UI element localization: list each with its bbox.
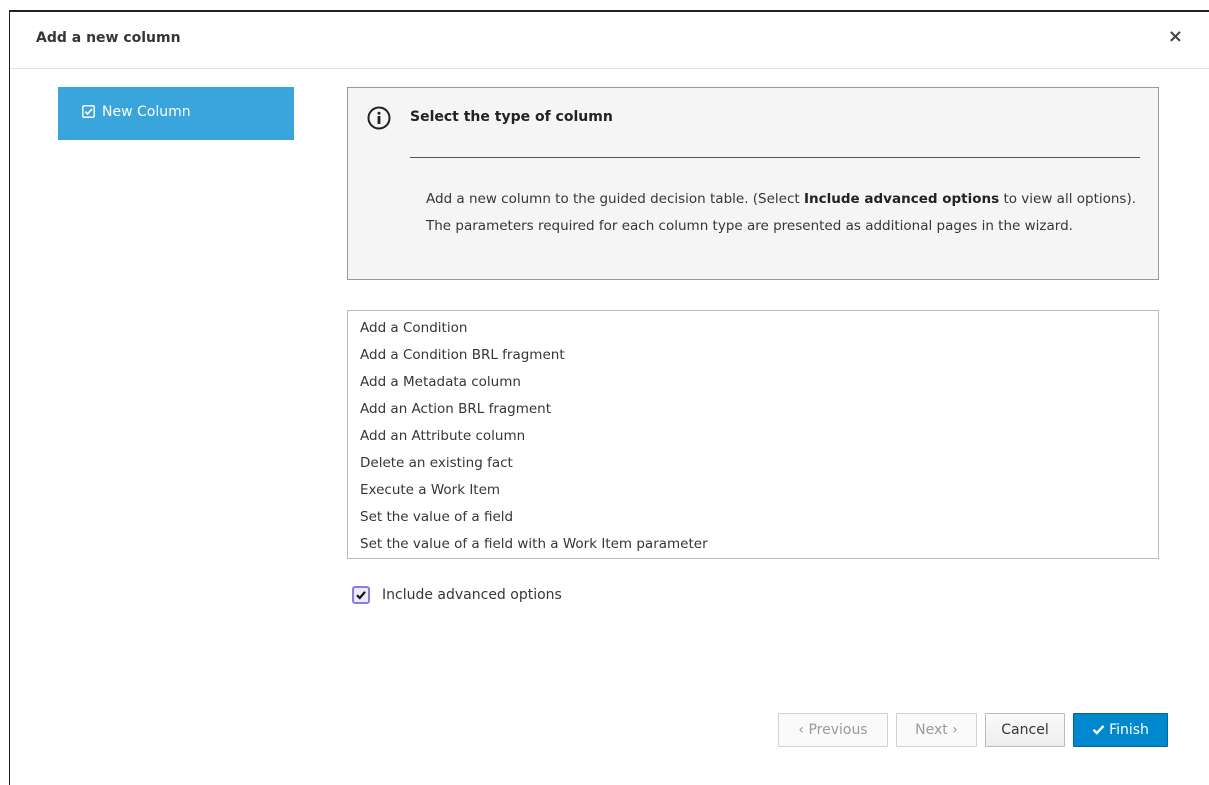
list-item[interactable]: Add a Condition (360, 315, 1158, 342)
cancel-button[interactable]: Cancel (985, 713, 1065, 747)
info-title: Select the type of column (410, 109, 613, 125)
advanced-options-checkbox[interactable] (352, 586, 370, 604)
info-panel: Select the type of column Add a new colu… (347, 87, 1159, 280)
advanced-options-label[interactable]: Include advanced options (382, 587, 562, 603)
finish-button-label: Finish (1109, 722, 1149, 738)
list-item[interactable]: Add an Attribute column (360, 423, 1158, 450)
list-item[interactable]: Execute a Work Item (360, 477, 1158, 504)
divider (410, 157, 1140, 158)
close-icon[interactable]: × (1168, 27, 1183, 47)
finish-button[interactable]: Finish (1073, 713, 1168, 747)
add-column-dialog: Add a new column × New Column Select the… (10, 12, 1209, 785)
checkbox-checked-icon (82, 105, 95, 118)
check-icon (1092, 725, 1105, 735)
info-text-bold: Include advanced options (804, 191, 1000, 207)
dialog-header: Add a new column × (10, 12, 1209, 69)
info-circle-icon (367, 106, 391, 130)
info-text-before: Add a new column to the guided decision … (426, 191, 804, 207)
list-item[interactable]: Add a Condition BRL fragment (360, 342, 1158, 369)
list-item[interactable]: Add a Metadata column (360, 369, 1158, 396)
info-description: Add a new column to the guided decision … (426, 186, 1146, 240)
previous-button[interactable]: ‹ Previous (778, 713, 888, 747)
sidebar-item-label: New Column (102, 104, 191, 120)
column-type-list[interactable]: Add a Condition Add a Condition BRL frag… (347, 310, 1159, 559)
list-item[interactable]: Add an Action BRL fragment (360, 396, 1158, 423)
list-item[interactable]: Set the value of a field with a Work Ite… (360, 531, 1158, 558)
list-item[interactable]: Set the value of a field (360, 504, 1158, 531)
dialog-title: Add a new column (36, 30, 181, 46)
sidebar-item-new-column[interactable]: New Column (58, 87, 294, 140)
next-button[interactable]: Next › (896, 713, 977, 747)
list-item[interactable]: Delete an existing fact (360, 450, 1158, 477)
